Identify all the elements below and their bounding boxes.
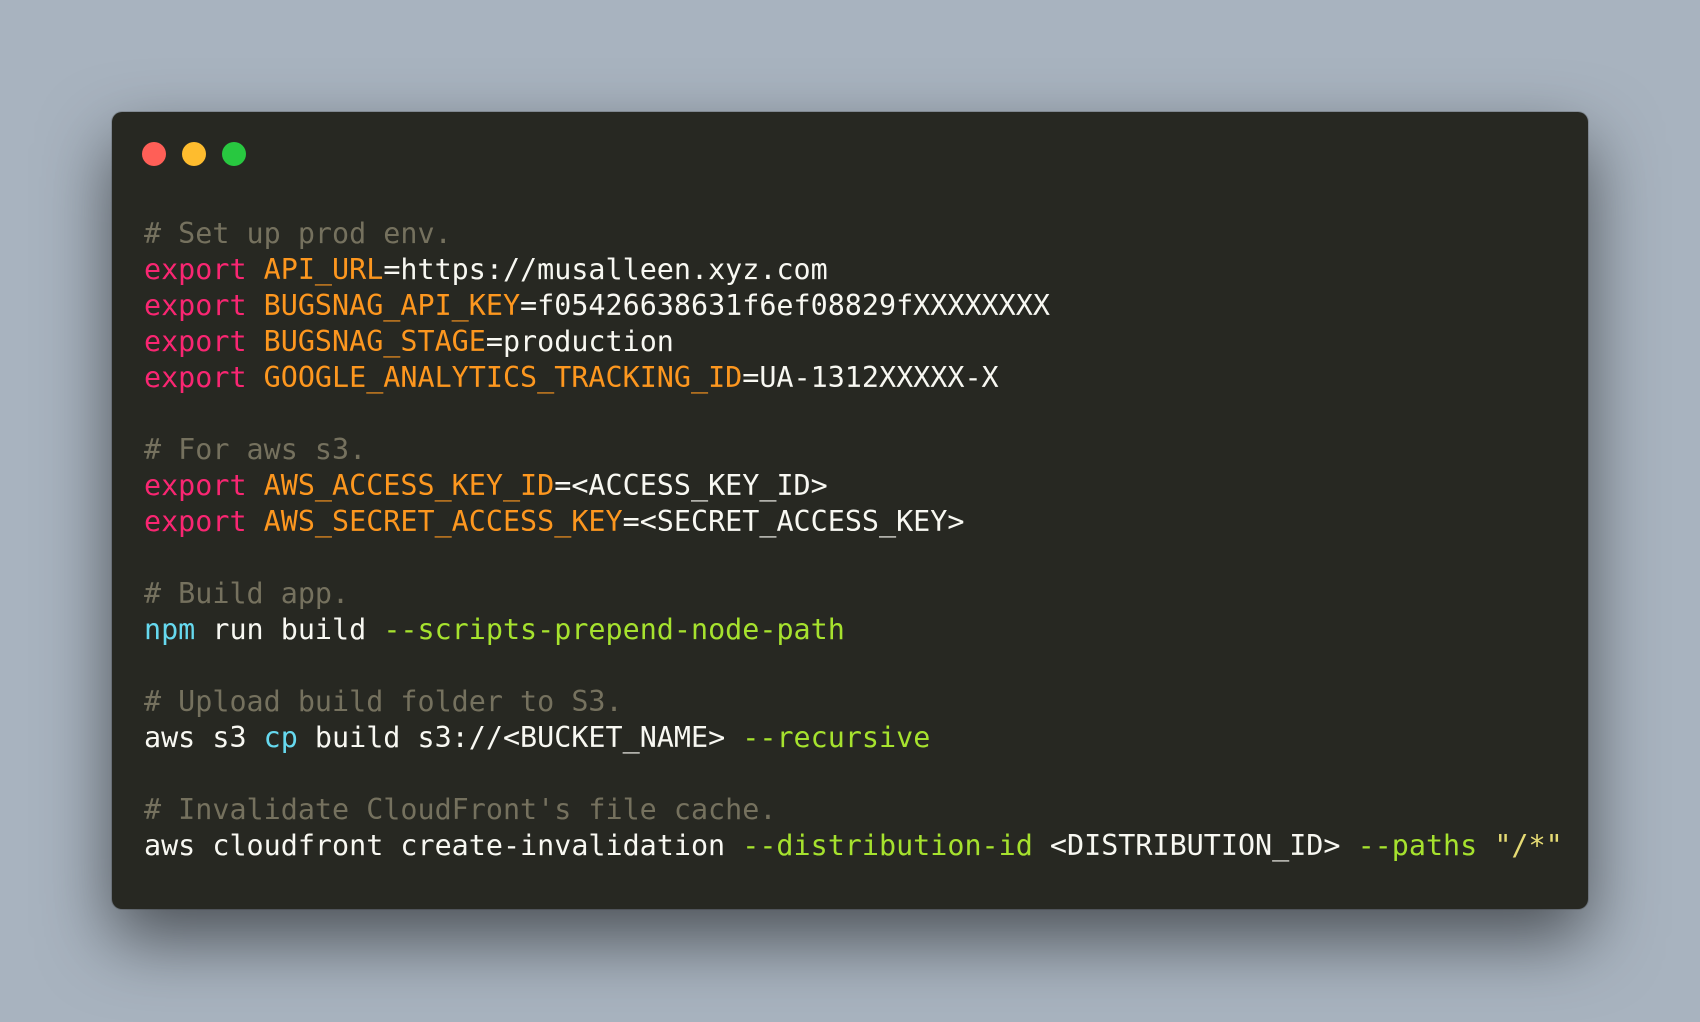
code-line: # For aws s3.	[144, 432, 1563, 468]
code-token-flag: --distribution-id	[742, 829, 1033, 862]
code-line: export BUGSNAG_STAGE=production	[144, 324, 1563, 360]
code-token-variable: AWS_ACCESS_KEY_ID	[263, 469, 555, 502]
code-token-variable: AWS_SECRET_ACCESS_KEY	[263, 505, 623, 538]
code-block: # Set up prod env. export API_URL=https:/…	[144, 216, 1563, 864]
code-token-variable: BUGSNAG_STAGE	[263, 325, 486, 358]
code-line: export API_URL=https://musalleen.xyz.com	[144, 252, 1563, 288]
code-token-plain: =f05426638631f6ef08829fXXXXXXXX	[520, 289, 1050, 322]
code-token-flag: --recursive	[742, 721, 931, 754]
code-token-comment: # Set up prod env.	[144, 217, 452, 250]
code-token-command: npm	[144, 613, 196, 646]
code-window: # Set up prod env. export API_URL=https:/…	[112, 112, 1588, 909]
code-line: aws cloudfront create-invalidation --dis…	[144, 828, 1563, 864]
code-token-plain: =<SECRET_ACCESS_KEY>	[622, 505, 965, 538]
code-token-plain: =production	[485, 325, 674, 358]
code-token-flag: --paths	[1357, 829, 1478, 862]
code-line: export AWS_SECRET_ACCESS_KEY=<SECRET_ACC…	[144, 504, 1563, 540]
code-line: export AWS_ACCESS_KEY_ID=<ACCESS_KEY_ID>	[144, 468, 1563, 504]
code-token-keyword: export	[144, 289, 247, 322]
window-controls	[142, 142, 246, 166]
zoom-button[interactable]	[222, 142, 246, 166]
code-line: export BUGSNAG_API_KEY=f05426638631f6ef0…	[144, 288, 1563, 324]
code-token-keyword: export	[144, 253, 247, 286]
code-token-keyword: export	[144, 469, 247, 502]
code-line: export GOOGLE_ANALYTICS_TRACKING_ID=UA-1…	[144, 360, 1563, 396]
code-token-plain: =https://musalleen.xyz.com	[383, 253, 828, 286]
code-token-comment: # For aws s3.	[144, 433, 367, 466]
code-token-plain: aws s3	[144, 721, 264, 754]
code-token-plain: aws cloudfront create-invalidation	[144, 829, 743, 862]
code-token-command: cp	[263, 721, 298, 754]
code-token-flag: --scripts-prepend-node-path	[383, 613, 845, 646]
code-token-variable: BUGSNAG_API_KEY	[263, 289, 521, 322]
code-token-keyword: export	[144, 505, 247, 538]
minimize-button[interactable]	[182, 142, 206, 166]
code-token-variable: API_URL	[263, 253, 384, 286]
code-line: # Upload build folder to S3.	[144, 684, 1563, 720]
code-token-keyword: export	[144, 361, 247, 394]
code-token-plain: =<ACCESS_KEY_ID>	[554, 469, 828, 502]
code-token-plain: =UA-1312XXXXX-X	[742, 361, 999, 394]
code-token-plain: run build	[195, 613, 384, 646]
code-token-plain: <DISTRIBUTION_ID>	[1032, 829, 1358, 862]
code-token-comment: # Build app.	[144, 577, 350, 610]
close-button[interactable]	[142, 142, 166, 166]
code-line: npm run build --scripts-prepend-node-pat…	[144, 612, 1563, 648]
code-line: # Invalidate CloudFront's file cache.	[144, 792, 1563, 828]
code-line: # Build app.	[144, 576, 1563, 612]
code-token-comment: # Invalidate CloudFront's file cache.	[144, 793, 777, 826]
code-token-keyword: export	[144, 325, 247, 358]
code-line: # Set up prod env.	[144, 216, 1563, 252]
code-token-variable: GOOGLE_ANALYTICS_TRACKING_ID	[263, 361, 743, 394]
code-line: aws s3 cp build s3://<BUCKET_NAME> --rec…	[144, 720, 1563, 756]
code-token-comment: # Upload build folder to S3.	[144, 685, 623, 718]
code-token-plain: build s3://<BUCKET_NAME>	[297, 721, 743, 754]
code-token-string: "/*"	[1494, 829, 1563, 862]
